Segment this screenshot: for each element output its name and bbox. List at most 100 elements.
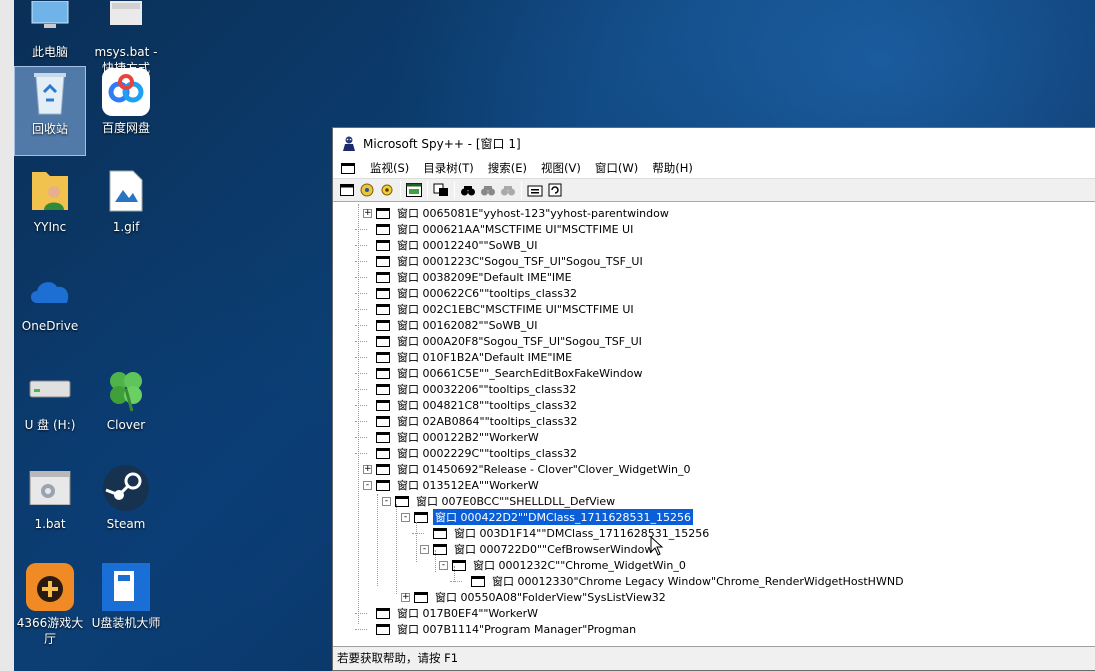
window-node-icon [376, 367, 390, 379]
tree-row[interactable]: + 窗口 01450692"Release - Clover"Clover_Wid… [363, 461, 692, 477]
menu-monitor[interactable]: 监视(S) [363, 158, 416, 178]
tree-row[interactable]: 窗口 004821C8""tooltips_class32 [363, 397, 579, 413]
find-window-icon[interactable] [458, 180, 478, 200]
toolbar-separator [454, 181, 455, 199]
window-tree[interactable]: + 窗口 0065081E"yyhost-123"yyhost-parentwin… [333, 204, 1095, 646]
tree-row[interactable]: 窗口 002C1EBC"MSCTFIME UI"MSCTFIME UI [363, 301, 636, 317]
collapse-icon[interactable]: - [439, 560, 448, 570]
window-title: Microsoft Spy++ - [窗口 1] [363, 136, 521, 151]
tree-row[interactable]: 窗口 0001223C"Sogou_TSF_UI"Sogou_TSF_UI [363, 253, 645, 269]
tree-row-label: 窗口 00012240""SoWB_UI [397, 239, 538, 252]
tree-row[interactable]: - 窗口 000722D0""CefBrowserWindow [420, 541, 655, 557]
threads-icon[interactable] [377, 180, 397, 200]
tree-row[interactable]: 窗口 017B0EF4""WorkerW [363, 605, 540, 621]
tree-connector [355, 405, 367, 406]
collapse-icon[interactable]: - [363, 480, 372, 490]
menu-help[interactable]: 帮助(H) [645, 158, 700, 178]
tree-row[interactable]: 窗口 010F1B2A"Default IME"IME [363, 349, 574, 365]
window-node-icon [376, 239, 390, 251]
tree-connector [355, 613, 367, 614]
desktop-icon-label: 回收站 [31, 122, 68, 136]
find-next-icon[interactable] [498, 180, 518, 200]
tree-row[interactable]: 窗口 00162082""SoWB_UI [363, 317, 540, 333]
tree-guide [396, 504, 397, 594]
tree-row[interactable]: 窗口 000622C6""tooltips_class32 [363, 285, 579, 301]
window-node-icon [471, 575, 485, 587]
desktop-icon-8[interactable]: U 盘 (H:) [14, 363, 86, 453]
tree-row[interactable]: 窗口 000621AA"MSCTFIME UI"MSCTFIME UI [363, 221, 635, 237]
tree-row-label: 窗口 000422D2""DMClass_1711628531_15256 [432, 508, 694, 526]
tree-connector [355, 373, 367, 374]
tree-row[interactable]: 窗口 00012240""SoWB_UI [363, 237, 540, 253]
window-node-icon [376, 479, 390, 491]
window-node-icon [376, 207, 390, 219]
desktop-icon-label: U盘装机大师 [91, 616, 161, 630]
desktop-icon-label: Clover [106, 418, 146, 432]
tree-row[interactable]: 窗口 003D1F14""DMClass_1711628531_15256 [420, 525, 711, 541]
tree-row-label: 窗口 007B1114"Program Manager"Progman [397, 623, 637, 636]
menu-search[interactable]: 搜索(E) [481, 158, 534, 178]
refresh-icon[interactable] [545, 180, 565, 200]
desktop-icon-10[interactable]: 1.bat [14, 462, 86, 552]
collapse-icon[interactable]: - [420, 544, 429, 554]
find-icon[interactable] [478, 180, 498, 200]
collapse-icon[interactable]: - [382, 496, 391, 506]
tree-row[interactable]: + 窗口 0065081E"yyhost-123"yyhost-parentwin… [363, 205, 671, 221]
desktop-icon-11[interactable]: Steam [90, 462, 162, 552]
tree-row[interactable]: 窗口 00032206""tooltips_class32 [363, 381, 578, 397]
desktop-icon-7[interactable]: OneDrive [14, 264, 86, 354]
status-bar: 若要获取帮助，请按 F1 [333, 646, 1095, 670]
desktop-icon-13[interactable]: U盘装机大师 [90, 561, 162, 651]
tree-guide [358, 204, 359, 624]
menu-window[interactable]: 窗口(W) [588, 158, 645, 178]
tree-connector [355, 261, 367, 262]
window-node-icon [376, 399, 390, 411]
tree-row[interactable]: 窗口 00012330"Chrome Legacy Window"Chrome_… [458, 573, 906, 589]
window-node-icon [376, 319, 390, 331]
window-icon[interactable] [337, 180, 357, 200]
menu-tree[interactable]: 目录树(T) [416, 158, 481, 178]
tree-row[interactable]: 窗口 0038209E"Default IME"IME [363, 269, 574, 285]
tree-row[interactable]: - 窗口 0001232C""Chrome_WidgetWin_0 [439, 557, 688, 573]
messages-icon[interactable] [404, 180, 424, 200]
tree-row[interactable]: - 窗口 000422D2""DMClass_1711628531_15256 [401, 508, 694, 526]
tree-row-label: 窗口 000A20F8"Sogou_TSF_UI"Sogou_TSF_UI [397, 335, 642, 348]
desktop-icon-4[interactable]: 百度网盘 [90, 66, 162, 156]
desktop-icon-12[interactable]: 4366游戏大厅 [14, 561, 86, 651]
tree-row-label: 窗口 0038209E"Default IME"IME [397, 271, 572, 284]
expand-icon[interactable]: + [401, 592, 410, 602]
log-icon[interactable] [431, 180, 451, 200]
tree-connector [355, 453, 367, 454]
window-node-icon [376, 351, 390, 363]
toolbar-separator [427, 181, 428, 199]
tree-row-label: 窗口 0001232C""Chrome_WidgetWin_0 [473, 559, 686, 572]
desktop-icon-5[interactable]: YYInc [14, 165, 86, 255]
tree-connector [355, 421, 367, 422]
processes-icon[interactable] [357, 180, 377, 200]
desktop-icon-label: U 盘 (H:) [24, 418, 76, 432]
tree-row[interactable]: 窗口 000122B2""WorkerW [363, 429, 541, 445]
tree-row[interactable]: 窗口 00661C5E""_SearchEditBoxFakeWindow [363, 365, 644, 381]
tree-guide [416, 522, 417, 562]
tree-row[interactable]: - 窗口 007E0BCC""SHELLDLL_DefView [382, 493, 617, 509]
expand-icon[interactable]: + [363, 208, 372, 218]
tree-row[interactable]: 窗口 007B1114"Program Manager"Progman [363, 621, 638, 637]
tree-connector [355, 437, 367, 438]
tree-row[interactable]: + 窗口 00550A08"FolderView"SysListView32 [401, 589, 668, 605]
expand-icon[interactable]: + [363, 464, 372, 474]
spy-window[interactable]: Microsoft Spy++ - [窗口 1] 监视(S) 目录树(T) 搜索… [332, 127, 1095, 671]
collapse-icon[interactable]: - [401, 512, 410, 522]
tree-row[interactable]: 窗口 02AB0864""tooltips_class32 [363, 413, 579, 429]
menu-view[interactable]: 视图(V) [534, 158, 588, 178]
tree-row[interactable]: 窗口 000A20F8"Sogou_TSF_UI"Sogou_TSF_UI [363, 333, 644, 349]
window-system-icon[interactable] [341, 162, 355, 174]
desktop-icon-3[interactable]: 回收站 [14, 66, 86, 156]
tree-connector [450, 581, 462, 582]
tree-row-label: 窗口 003D1F14""DMClass_1711628531_15256 [454, 527, 710, 540]
title-bar[interactable]: Microsoft Spy++ - [窗口 1] [333, 128, 1095, 158]
tree-row[interactable]: 窗口 0002229C""tooltips_class32 [363, 445, 579, 461]
properties-icon[interactable] [525, 180, 545, 200]
desktop-icon-9[interactable]: Clover [90, 363, 162, 453]
tree-row[interactable]: - 窗口 013512EA""WorkerW [363, 477, 541, 493]
desktop-icon-6[interactable]: 1.gif [90, 165, 162, 255]
